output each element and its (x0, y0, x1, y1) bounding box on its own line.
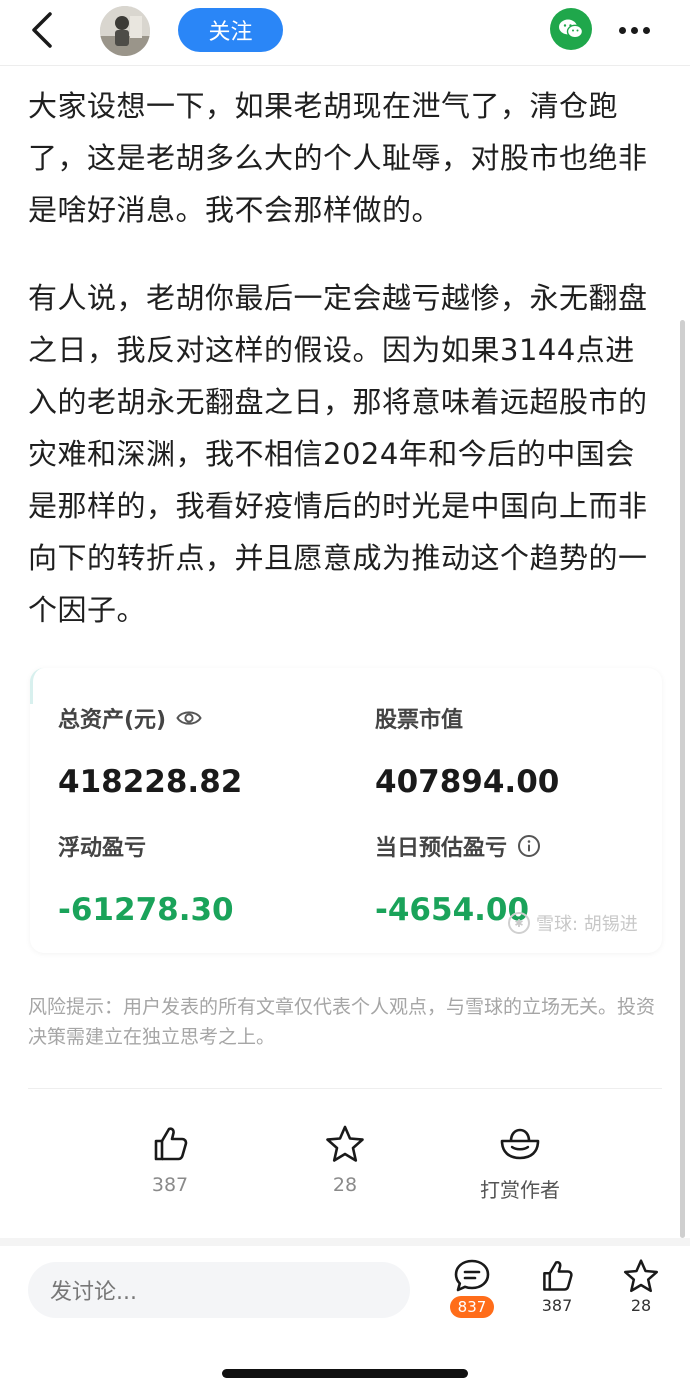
star-icon (623, 1259, 659, 1293)
stock-value-cell: 股票市值 407894.00 (375, 702, 559, 800)
stock-value-value: 407894.00 (375, 764, 560, 800)
ingot-icon (500, 1128, 540, 1160)
user-avatar-image (100, 6, 150, 56)
wechat-icon (559, 19, 584, 39)
bottom-separator (0, 1238, 690, 1246)
wechat-share-button[interactable] (550, 8, 592, 50)
favorite-count: 28 (332, 1174, 358, 1196)
article-paragraph: 有人说，老胡你最后一定会越亏越惨，永无翻盘之日，我反对这样的假设。因为如果314… (28, 281, 648, 627)
favorite-button[interactable]: 28 (290, 1124, 400, 1196)
top-bar: 关注 (0, 0, 690, 66)
avatar[interactable] (100, 6, 150, 56)
total-assets-label: 总资产(元) (58, 708, 167, 733)
bottom-like-button[interactable]: 387 (527, 1258, 587, 1315)
like-count: 387 (151, 1174, 189, 1196)
scrollbar[interactable] (680, 320, 685, 1238)
bottom-like-count: 387 (541, 1296, 573, 1315)
eye-icon[interactable] (176, 709, 202, 727)
comment-placeholder: 发讨论... (50, 1280, 137, 1305)
watermark: ✱ 雪球: 胡锡进 (508, 910, 638, 936)
total-assets-value: 418228.82 (58, 764, 243, 800)
back-button[interactable] (20, 8, 64, 52)
thumbs-up-icon (543, 1261, 573, 1291)
comment-input[interactable]: 发讨论... (28, 1262, 410, 1318)
divider (28, 1088, 662, 1089)
watermark-text: 雪球: 胡锡进 (536, 914, 638, 935)
article-paragraph: 大家设想一下，如果老胡现在泄气了，清仓跑了，这是老胡多么大的个人耻辱，对股市也绝… (28, 89, 648, 227)
daily-pl-label: 当日预估盈亏 (375, 836, 508, 861)
floating-pl-value: -61278.30 (58, 892, 234, 928)
risk-notice: 风险提示：用户发表的所有文章仅代表个人观点，与雪球的立场无关。投资决策需建立在独… (28, 996, 656, 1048)
star-icon (326, 1125, 364, 1162)
more-horizontal-icon (618, 26, 626, 34)
like-button[interactable]: 387 (115, 1124, 225, 1196)
more-button[interactable] (612, 10, 656, 50)
floating-pl-cell: 浮动盈亏 -61278.30 (58, 830, 234, 928)
comment-count-badge: 837 (449, 1296, 495, 1318)
bottom-favorite-count: 28 (630, 1296, 652, 1315)
home-indicator[interactable] (222, 1369, 468, 1378)
chevron-left-icon (32, 12, 52, 48)
follow-button[interactable]: 关注 (178, 8, 283, 52)
total-assets-cell: 总资产(元) 418228.82 (58, 702, 242, 800)
floating-pl-label: 浮动盈亏 (58, 836, 147, 861)
comments-button[interactable]: 837 (442, 1258, 502, 1318)
info-icon[interactable] (517, 834, 541, 858)
thumbs-up-icon (154, 1127, 188, 1161)
reward-author-button[interactable]: 打赏作者 (465, 1124, 575, 1203)
card-accent (30, 668, 44, 704)
stock-value-label: 股票市值 (375, 708, 464, 733)
reward-author-label: 打赏作者 (480, 1178, 560, 1202)
comment-icon (454, 1259, 490, 1292)
xueqiu-logo-icon: ✱ (508, 912, 530, 934)
bottom-favorite-button[interactable]: 28 (611, 1258, 671, 1315)
